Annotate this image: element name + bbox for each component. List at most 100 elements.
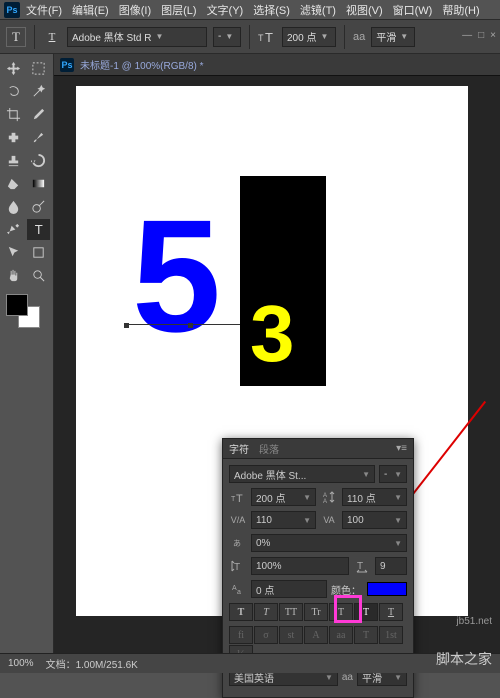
svg-text:T: T bbox=[35, 222, 43, 237]
horiz-scale-icon: T bbox=[353, 559, 371, 573]
options-bar: T T Adobe 黑体 Std R▼ -▼ TT 200 点▼ aa 平滑▼ bbox=[0, 20, 500, 54]
panel-font-family-dropdown[interactable]: Adobe 黑体 St...▼ bbox=[229, 465, 375, 483]
menu-edit[interactable]: 编辑(E) bbox=[72, 2, 109, 18]
stamp-tool[interactable] bbox=[2, 150, 25, 171]
doc-icon: Ps bbox=[60, 58, 74, 72]
wand-tool[interactable] bbox=[27, 81, 50, 102]
path-select-tool[interactable] bbox=[2, 242, 25, 263]
shape-tool[interactable] bbox=[27, 242, 50, 263]
zoom-level[interactable]: 100% bbox=[8, 658, 34, 669]
ot-ligature-button[interactable]: fi bbox=[229, 626, 253, 644]
faux-bold-button[interactable]: T bbox=[229, 603, 253, 621]
maximize-button[interactable]: □ bbox=[478, 30, 484, 41]
ot-ordinals-button[interactable]: 1st bbox=[379, 626, 403, 644]
document-tab[interactable]: 未标题-1 @ 100%(RGB/8) * bbox=[80, 57, 204, 72]
smallcaps-button[interactable]: Tr bbox=[304, 603, 328, 621]
chevron-down-icon: ▼ bbox=[320, 32, 328, 41]
lasso-tool[interactable] bbox=[2, 81, 25, 102]
gradient-tool[interactable] bbox=[27, 173, 50, 194]
color-swatch-button[interactable] bbox=[367, 582, 407, 596]
menu-image[interactable]: 图像(I) bbox=[119, 2, 151, 18]
menubar: Ps 文件(F) 编辑(E) 图像(I) 图层(L) 文字(Y) 选择(S) 滤… bbox=[0, 0, 500, 20]
leading-icon: AA bbox=[320, 490, 338, 504]
marquee-tool[interactable] bbox=[27, 58, 50, 79]
heal-tool[interactable] bbox=[2, 127, 25, 148]
allcaps-button[interactable]: TT bbox=[279, 603, 303, 621]
ot-stylistic-button[interactable]: aa bbox=[329, 626, 353, 644]
panel-va-field[interactable]: 110▼ bbox=[251, 511, 316, 529]
menu-layer[interactable]: 图层(L) bbox=[161, 2, 196, 18]
text-selection[interactable]: 3 bbox=[240, 176, 326, 386]
text-char-3: 3 bbox=[250, 288, 295, 380]
status-bar: 100% 文档：1.00M/251.6K bbox=[0, 653, 500, 673]
dodge-tool[interactable] bbox=[27, 196, 50, 217]
divider bbox=[344, 25, 345, 49]
aa-label-small: aa bbox=[342, 672, 353, 683]
panel-hscale-field[interactable]: 100% bbox=[251, 557, 349, 575]
tab-paragraph[interactable]: 段落 bbox=[259, 441, 279, 456]
eraser-tool[interactable] bbox=[2, 173, 25, 194]
minimize-button[interactable]: — bbox=[462, 30, 472, 41]
ot-swash-button[interactable]: A bbox=[304, 626, 328, 644]
font-style-dropdown[interactable]: -▼ bbox=[213, 27, 241, 47]
baseline-handle[interactable] bbox=[188, 323, 193, 328]
eyedropper-tool[interactable] bbox=[27, 104, 50, 125]
crop-tool[interactable] bbox=[2, 104, 25, 125]
doc-info[interactable]: 文档：1.00M/251.6K bbox=[46, 656, 138, 671]
zoom-tool[interactable] bbox=[27, 265, 50, 286]
anti-alias-dropdown[interactable]: 平滑▼ bbox=[371, 27, 415, 47]
menu-select[interactable]: 选择(S) bbox=[253, 2, 290, 18]
footer-brand: 脚本之家 bbox=[436, 649, 492, 669]
panel-font-size-field[interactable]: 200 点▼ bbox=[251, 488, 316, 506]
tab-character[interactable]: 字符 bbox=[229, 441, 249, 456]
menu-view[interactable]: 视图(V) bbox=[346, 2, 383, 18]
panel-kerning-field[interactable]: 100▼ bbox=[342, 511, 407, 529]
text-orientation-button[interactable]: T bbox=[43, 28, 61, 46]
menu-type[interactable]: 文字(Y) bbox=[207, 2, 244, 18]
tracking-icon: あ bbox=[229, 536, 247, 550]
panel-header: 字符 段落 ▾≡ bbox=[223, 439, 413, 459]
brush-tool[interactable] bbox=[27, 127, 50, 148]
foreground-swatch[interactable] bbox=[6, 294, 28, 316]
history-brush-tool[interactable] bbox=[27, 150, 50, 171]
color-swatches[interactable] bbox=[6, 294, 40, 328]
ot-discretionary-button[interactable]: st bbox=[279, 626, 303, 644]
type-tool-indicator[interactable]: T bbox=[6, 27, 26, 47]
panel-leading-field[interactable]: 110 点▼ bbox=[342, 488, 407, 506]
svg-text:A: A bbox=[323, 499, 327, 504]
ot-titling-button[interactable]: T bbox=[354, 626, 378, 644]
panel-font-style-dropdown[interactable]: -▼ bbox=[379, 465, 407, 483]
divider bbox=[249, 25, 250, 49]
font-family-dropdown[interactable]: Adobe 黑体 Std R▼ bbox=[67, 27, 207, 47]
svg-text:T: T bbox=[236, 493, 243, 504]
blur-tool[interactable] bbox=[2, 196, 25, 217]
faux-italic-button[interactable]: T bbox=[254, 603, 278, 621]
panel-baseline-shift-field[interactable]: 0 点 bbox=[251, 580, 327, 598]
close-button[interactable]: × bbox=[490, 30, 496, 41]
baseline-handle[interactable] bbox=[124, 323, 129, 328]
hand-tool[interactable] bbox=[2, 265, 25, 286]
move-tool[interactable] bbox=[2, 58, 25, 79]
text-layer[interactable]: 5 bbox=[132, 196, 221, 356]
chevron-down-icon: ▼ bbox=[155, 32, 163, 41]
app-logo: Ps bbox=[4, 2, 20, 18]
panel-menu-icon[interactable]: ▾≡ bbox=[396, 443, 407, 454]
menu-help[interactable]: 帮助(H) bbox=[442, 2, 479, 18]
menu-filter[interactable]: 滤镜(T) bbox=[300, 2, 336, 18]
panel-vscale-field[interactable]: 0%▼ bbox=[251, 534, 407, 552]
font-size-dropdown[interactable]: 200 点▼ bbox=[282, 27, 336, 47]
watermark-text: jb51.net bbox=[456, 616, 492, 627]
panel-baseline-size-field[interactable]: 9 bbox=[375, 557, 407, 575]
type-tool[interactable]: T bbox=[27, 219, 50, 240]
menu-window[interactable]: 窗口(W) bbox=[393, 2, 433, 18]
aa-value: 平滑 bbox=[376, 29, 396, 44]
ot-contextual-button[interactable]: σ bbox=[254, 626, 278, 644]
size-icon: TT bbox=[258, 30, 276, 44]
annotation-highlight-box bbox=[334, 595, 362, 623]
text-char-5: 5 bbox=[132, 186, 221, 365]
font-style-value: - bbox=[218, 31, 221, 42]
style-buttons-row: T T TT Tr T T T bbox=[229, 603, 407, 621]
pen-tool[interactable] bbox=[2, 219, 25, 240]
underline-button[interactable]: T bbox=[379, 603, 403, 621]
menu-file[interactable]: 文件(F) bbox=[26, 2, 62, 18]
